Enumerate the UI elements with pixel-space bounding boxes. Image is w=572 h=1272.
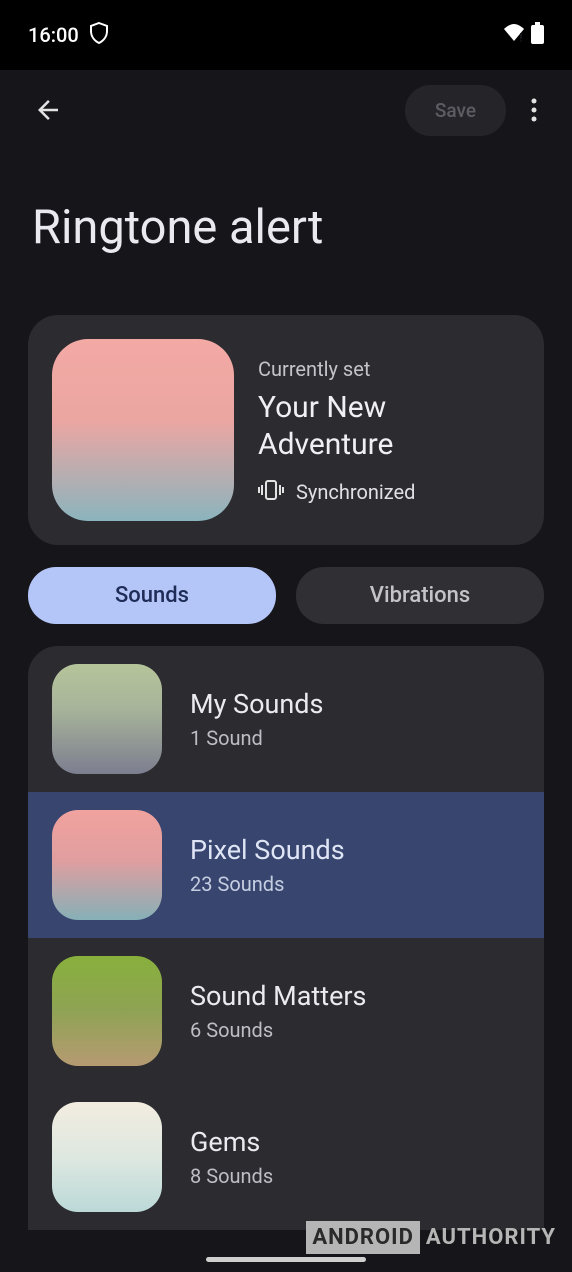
app-bar: Save [0,70,572,150]
category-info: Pixel Sounds 23 Sounds [190,834,345,896]
tab-vibrations[interactable]: Vibrations [296,567,544,624]
clock: 16:00 [28,23,79,47]
tabs: Sounds Vibrations [28,567,544,624]
shield-icon [89,22,109,48]
category-subtitle: 23 Sounds [190,872,345,896]
category-thumbnail [52,664,162,774]
more-button[interactable] [514,90,554,130]
app-bar-actions: Save [405,85,554,136]
category-subtitle: 6 Sounds [190,1018,366,1042]
navigation-handle[interactable] [206,1257,366,1262]
status-left: 16:00 [28,22,109,48]
category-thumbnail [52,956,162,1066]
category-info: Sound Matters 6 Sounds [190,980,366,1042]
current-ringtone-thumbnail [52,339,234,521]
category-thumbnail [52,810,162,920]
arrow-back-icon [33,95,63,125]
watermark-part2: AUTHORITY [420,1221,562,1254]
category-info: My Sounds 1 Sound [190,688,323,750]
sound-category-list: My Sounds 1 Sound Pixel Sounds 23 Sounds… [28,646,544,1230]
list-item-gems[interactable]: Gems 8 Sounds [28,1084,544,1230]
watermark-part1: ANDROID [306,1221,420,1254]
save-button[interactable]: Save [405,85,506,136]
status-right [503,22,544,48]
battery-icon [531,22,544,48]
category-subtitle: 1 Sound [190,726,323,750]
back-button[interactable] [28,90,68,130]
category-title: Sound Matters [190,980,366,1012]
category-subtitle: 8 Sounds [190,1164,273,1188]
currently-set-label: Currently set [258,357,520,381]
tab-sounds[interactable]: Sounds [28,567,276,624]
category-info: Gems 8 Sounds [190,1126,273,1188]
current-ringtone-card[interactable]: Currently set Your New Adventure Synchro… [28,315,544,545]
status-bar: 16:00 [0,0,572,70]
vibration-icon [258,480,284,504]
list-item-pixel-sounds[interactable]: Pixel Sounds 23 Sounds [28,792,544,938]
current-ringtone-title: Your New Adventure [258,389,520,464]
list-item-my-sounds[interactable]: My Sounds 1 Sound [28,646,544,792]
more-vert-icon [531,98,537,122]
page-title: Ringtone alert [0,150,572,315]
wifi-icon [503,24,525,46]
category-thumbnail [52,1102,162,1212]
sync-row: Synchronized [258,480,520,504]
sync-label: Synchronized [296,480,415,504]
list-item-sound-matters[interactable]: Sound Matters 6 Sounds [28,938,544,1084]
category-title: Pixel Sounds [190,834,345,866]
current-ringtone-info: Currently set Your New Adventure Synchro… [258,357,520,504]
watermark: ANDROID AUTHORITY [306,1221,562,1254]
category-title: My Sounds [190,688,323,720]
category-title: Gems [190,1126,273,1158]
